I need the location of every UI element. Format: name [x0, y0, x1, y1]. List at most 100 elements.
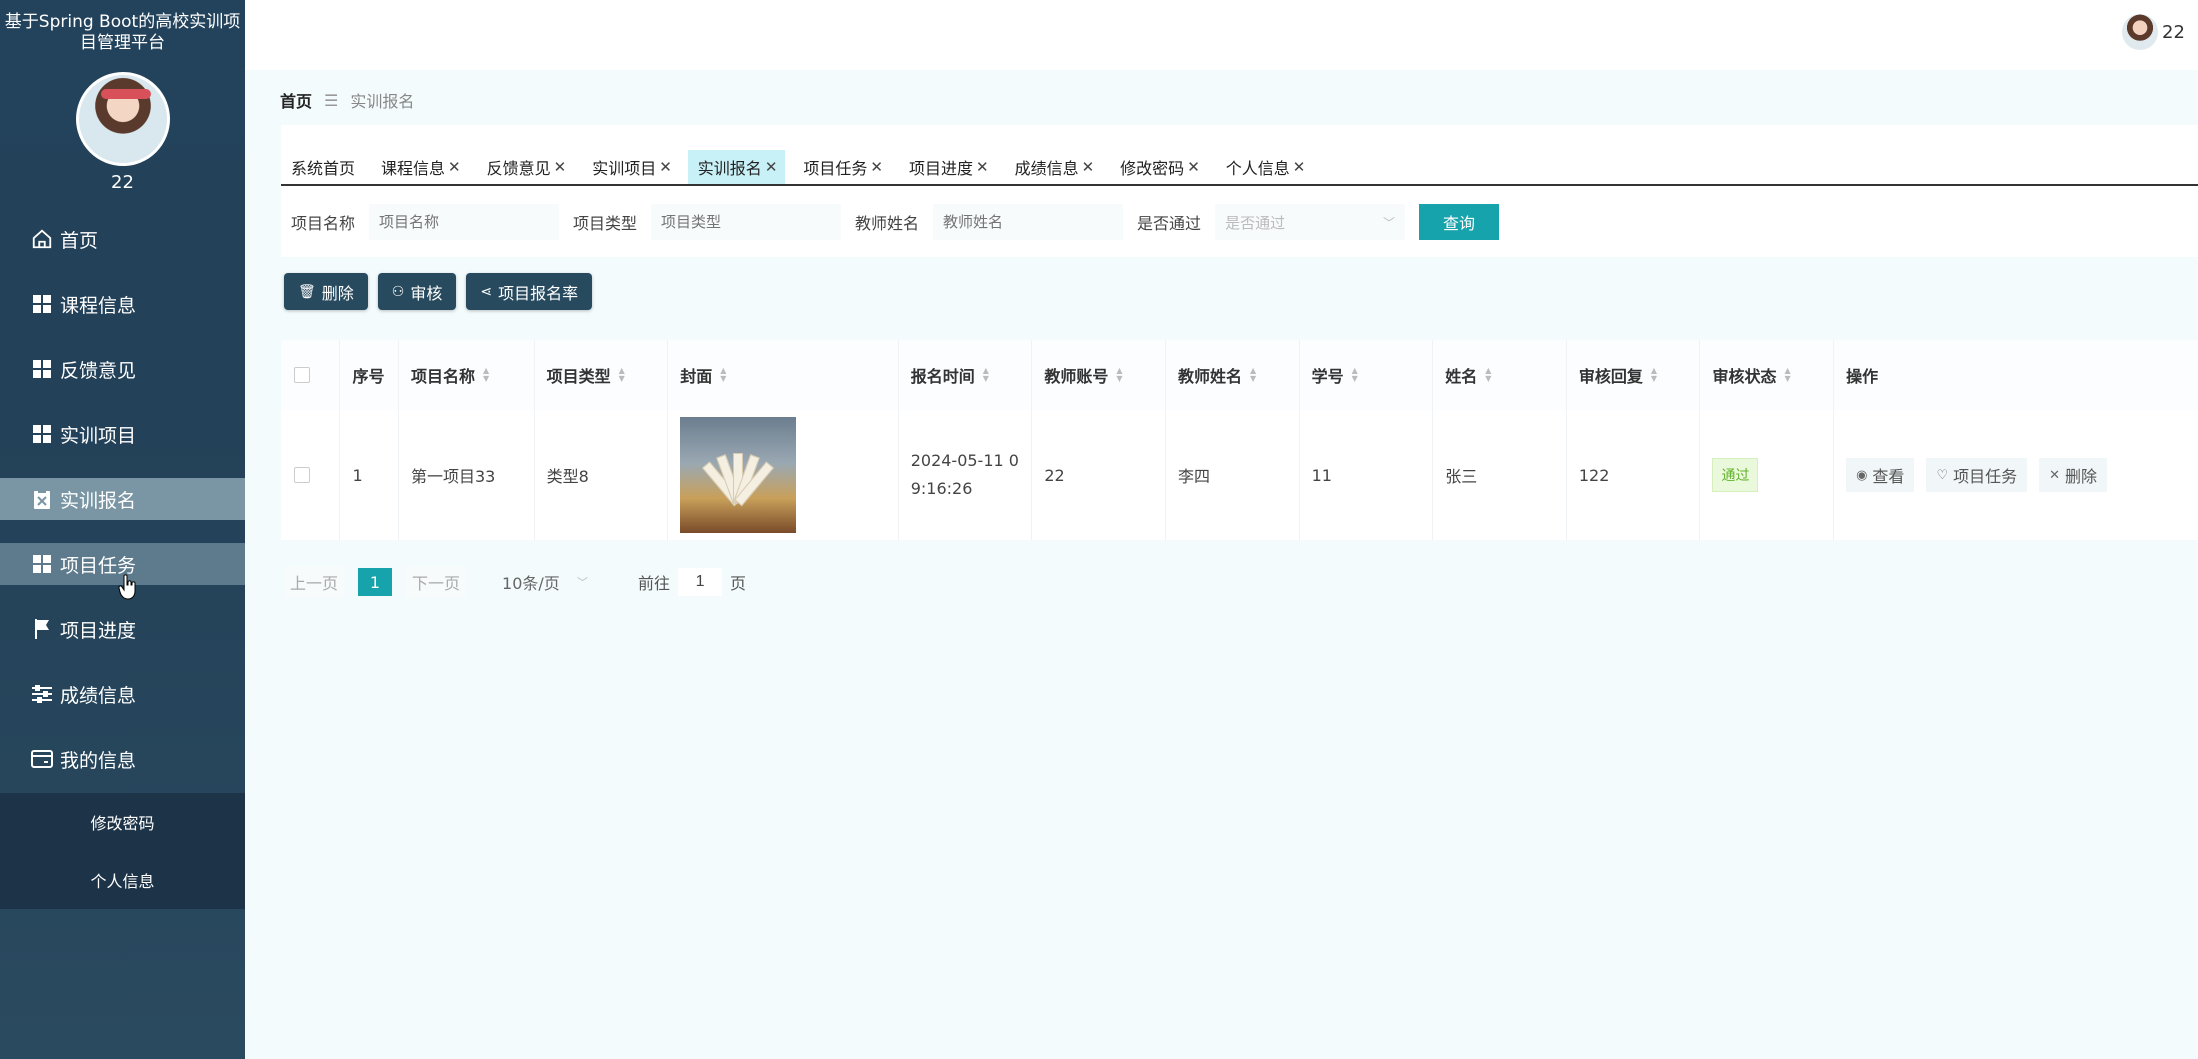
header-name[interactable]: 姓名 ▲ ▼	[1433, 340, 1567, 410]
view-button[interactable]: ◉ 查看	[1846, 458, 1915, 492]
flag-icon	[30, 617, 54, 641]
review-button[interactable]: ⚇ 审核	[377, 273, 457, 310]
tab-training-project[interactable]: 实训项目 ✕	[582, 150, 680, 184]
project-task-button[interactable]: ♡ 项目任务	[1926, 458, 2028, 492]
breadcrumb-home[interactable]: 首页	[280, 88, 312, 112]
cell-project-name: 第一项目33	[399, 410, 535, 540]
sidebar-menu: 首页 课程信息 反馈意见 实训项目 实训报名 项目任务 项目进度 成绩信息 我的…	[0, 218, 245, 909]
sort-icon[interactable]: ▲ ▼	[1250, 367, 1256, 383]
avatar[interactable]	[75, 72, 170, 166]
sidebar-item-home[interactable]: 首页	[0, 218, 245, 260]
app-title: 基于Spring Boot的高校实训项目管理平台	[4, 12, 241, 53]
row-delete-button[interactable]: ✕ 删除	[2039, 458, 2108, 492]
table-row: 1 第一项目33 类型8 2024-05-11 0 9:16:26 22 李四 …	[281, 410, 2198, 540]
page-size-select[interactable]: 10条/页 ﹀	[502, 570, 598, 594]
user-icon: ⚇	[391, 283, 405, 300]
close-icon[interactable]: ✕	[976, 158, 989, 176]
sidebar-item-my-info[interactable]: 我的信息	[0, 738, 245, 780]
sort-icon[interactable]: ▲ ▼	[720, 367, 726, 383]
trash-icon: 🗑	[298, 283, 316, 300]
header-project-type[interactable]: 项目类型 ▲ ▼	[535, 340, 669, 410]
grid-icon	[30, 292, 54, 316]
pagination: 上一页 1 下一页 10条/页﹀ 前往 页	[284, 566, 746, 598]
sidebar-item-training-project[interactable]: 实训项目	[0, 413, 245, 455]
passed-select[interactable]: 是否通过 ﹀	[1215, 204, 1406, 240]
sliders-icon	[30, 682, 54, 706]
tab-change-password[interactable]: 修改密码 ✕	[1110, 150, 1208, 184]
close-icon[interactable]: ✕	[870, 158, 883, 176]
sort-icon[interactable]: ▲ ▼	[1352, 367, 1358, 383]
sidebar-item-course-info[interactable]: 课程信息	[0, 283, 245, 325]
home-icon	[30, 227, 54, 251]
sort-icon[interactable]: ▲ ▼	[1651, 367, 1657, 383]
header-project-name[interactable]: 项目名称 ▲ ▼	[399, 340, 535, 410]
close-icon[interactable]: ✕	[1082, 158, 1095, 176]
heart-icon: ♡	[1936, 467, 1949, 483]
header-cover[interactable]: 封面 ▲ ▼	[668, 340, 899, 410]
tab-grades[interactable]: 成绩信息 ✕	[1005, 150, 1103, 184]
cover-image[interactable]	[680, 417, 797, 533]
select-all-checkbox[interactable]	[294, 367, 310, 383]
sidebar-item-feedback[interactable]: 反馈意见	[0, 348, 245, 390]
header-review-reply[interactable]: 审核回复 ▲ ▼	[1567, 340, 1701, 410]
share-icon: ⋖	[480, 283, 493, 300]
close-icon: ✕	[2049, 467, 2061, 483]
sort-icon[interactable]: ▲ ▼	[619, 367, 625, 383]
teacher-name-input[interactable]	[933, 204, 1124, 240]
tab-project-progress[interactable]: 项目进度 ✕	[899, 150, 997, 184]
header-review-status[interactable]: 审核状态 ▲ ▼	[1700, 340, 1835, 410]
card-icon	[30, 747, 54, 771]
search-form: 项目名称 项目类型 教师姓名 是否通过 是否通过 ﹀ 查询	[291, 204, 1500, 240]
breadcrumb-current: 实训报名	[350, 92, 415, 111]
tab-project-task[interactable]: 项目任务 ✕	[793, 150, 891, 184]
submenu-item-personal-info[interactable]: 个人信息	[0, 851, 245, 909]
prev-page-button[interactable]: 上一页	[284, 566, 345, 598]
submenu-item-change-password[interactable]: 修改密码	[0, 793, 245, 851]
page-unit-label: 页	[730, 574, 747, 593]
top-avatar[interactable]	[2122, 14, 2158, 50]
breadcrumb-separator-icon: ☰	[324, 90, 339, 110]
close-icon[interactable]: ✕	[659, 158, 672, 176]
project-type-input[interactable]	[651, 204, 842, 240]
tab-system-home[interactable]: 系统首页	[281, 150, 363, 184]
close-icon[interactable]: ✕	[1187, 158, 1200, 176]
tab-course-info[interactable]: 课程信息 ✕	[371, 150, 469, 184]
header-student-id[interactable]: 学号 ▲ ▼	[1300, 340, 1434, 410]
tab-personal-info[interactable]: 个人信息 ✕	[1216, 150, 1314, 184]
sidebar-item-grades[interactable]: 成绩信息	[0, 673, 245, 715]
sidebar-submenu: 修改密码 个人信息	[0, 793, 245, 909]
sort-icon[interactable]: ▲ ▼	[483, 367, 489, 383]
close-icon[interactable]: ✕	[1293, 158, 1306, 176]
chevron-down-icon: ﹀	[1383, 215, 1396, 230]
close-icon[interactable]: ✕	[765, 158, 778, 176]
header-teacher-account[interactable]: 教师账号 ▲ ▼	[1032, 340, 1166, 410]
header-teacher-name[interactable]: 教师姓名 ▲ ▼	[1166, 340, 1300, 410]
goto-page-input[interactable]	[678, 568, 723, 596]
top-username[interactable]: 22	[2162, 22, 2198, 43]
goto-label: 前往	[638, 574, 671, 593]
tab-training-signup[interactable]: 实训报名 ✕	[687, 150, 786, 184]
cell-review-reply: 122	[1567, 410, 1701, 540]
header-signup-time[interactable]: 报名时间 ▲ ▼	[899, 340, 1033, 410]
cell-project-type: 类型8	[535, 410, 669, 540]
sort-icon[interactable]: ▲ ▼	[1116, 367, 1122, 383]
row-checkbox[interactable]	[294, 467, 310, 483]
clipboard-icon	[30, 487, 54, 511]
page-number-current[interactable]: 1	[358, 568, 393, 596]
sort-icon[interactable]: ▲ ▼	[983, 367, 989, 383]
sidebar-item-training-signup[interactable]: 实训报名	[0, 478, 245, 520]
project-name-label: 项目名称	[291, 214, 356, 233]
sort-icon[interactable]: ▲ ▼	[1784, 367, 1790, 383]
close-icon[interactable]: ✕	[554, 158, 567, 176]
sort-icon[interactable]: ▲ ▼	[1485, 367, 1491, 383]
delete-button[interactable]: 🗑 删除	[284, 273, 368, 310]
signup-rate-button[interactable]: ⋖ 项目报名率	[466, 273, 593, 310]
query-button[interactable]: 查询	[1419, 204, 1500, 240]
project-name-input[interactable]	[369, 204, 560, 240]
header-index: 序号	[340, 340, 399, 410]
close-icon[interactable]: ✕	[448, 158, 461, 176]
next-page-button[interactable]: 下一页	[406, 566, 467, 598]
sidebar-item-project-progress[interactable]: 项目进度	[0, 608, 245, 650]
tab-feedback[interactable]: 反馈意见 ✕	[477, 150, 575, 184]
cell-teacher-name: 李四	[1166, 410, 1300, 540]
